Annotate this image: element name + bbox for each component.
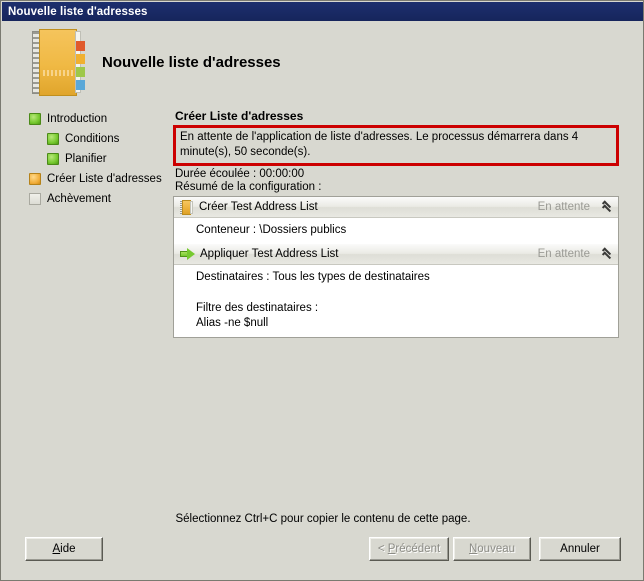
summary-section-name: Créer Test Address List (199, 201, 318, 213)
sidebar-item-2[interactable]: Conditions (29, 129, 169, 149)
prev-button: < Précédent (369, 537, 449, 561)
wait-message-highlight: En attente de l'application de liste d'a… (173, 125, 619, 166)
status-badge: En attente (537, 201, 590, 213)
button-label: Annuler (560, 543, 600, 555)
wait-message: En attente de l'application de liste d'a… (180, 131, 579, 158)
configuration-summary-panel: Créer Test Address List En attente Contene… (173, 196, 619, 338)
summary-section-body: Conteneur : \Dossiers publics (174, 218, 618, 244)
summary-detail-line: Alias -ne $null (196, 317, 269, 329)
button-label: Aide (52, 543, 76, 555)
button-label: < Précédent (377, 543, 441, 555)
page-title: Nouvelle liste d'adresses (102, 53, 281, 71)
summary-section-header[interactable]: Créer Test Address List En attente (174, 197, 618, 218)
section-title: Créer Liste d'adresses (175, 109, 304, 123)
sidebar-item-5[interactable]: Achèvement (29, 189, 169, 209)
sidebar-item-label: Planifier (65, 153, 107, 165)
summary-section-header[interactable]: Appliquer Test Address List En attente (174, 244, 618, 265)
chevron-up-double-icon[interactable] (600, 200, 614, 214)
button-bar: Aide < Précédent Nouveau Annuler (1, 537, 643, 563)
sidebar-item-1[interactable]: Introduction (29, 109, 169, 129)
step-status-active-icon (29, 173, 41, 185)
sidebar-item-4[interactable]: Créer Liste d'adresses (29, 169, 169, 189)
summary-section-name: Appliquer Test Address List (200, 248, 339, 260)
address-book-icon (180, 199, 193, 215)
summary-detail-line: Destinataires : Tous les types de destin… (196, 271, 430, 283)
copy-hint: Sélectionnez Ctrl+C pour copier le conte… (175, 513, 471, 525)
sidebar-item-label: Achèvement (47, 193, 111, 205)
window-titlebar: Nouvelle liste d'adresses (2, 2, 643, 21)
sidebar-item-label: Créer Liste d'adresses (47, 173, 162, 185)
main-content: Créer Liste d'adresses En attente de l'a… (173, 109, 623, 338)
step-status-pending-icon (29, 193, 41, 205)
wizard-window: Nouvelle liste d'adresses Nouvelle liste… (0, 0, 644, 581)
cancel-button[interactable]: Annuler (539, 537, 621, 561)
chevron-up-double-icon[interactable] (600, 247, 614, 261)
wizard-step-list: Introduction Conditions Planifier Créer Lis… (29, 109, 169, 209)
address-book-icon (32, 28, 86, 96)
summary-detail-line: Filtre des destinataires : (196, 302, 319, 314)
sidebar-item-3[interactable]: Planifier (29, 149, 169, 169)
step-status-done-icon (29, 113, 41, 125)
summary-label: Résumé de la configuration : (175, 181, 322, 193)
summary-section-body: Destinataires : Tous les types de destin… (174, 265, 618, 337)
green-arrow-icon (180, 248, 195, 260)
new-button: Nouveau (453, 537, 531, 561)
sidebar-item-label: Introduction (47, 113, 108, 125)
sidebar-item-label: Conditions (65, 133, 120, 145)
status-badge: En attente (537, 248, 590, 260)
aide-button[interactable]: Aide (25, 537, 103, 561)
elapsed-time-label: Durée écoulée : 00:00:00 (175, 168, 305, 180)
summary-detail-line: Conteneur : \Dossiers publics (196, 224, 347, 236)
step-status-done-icon (47, 133, 59, 145)
wizard-header: Nouvelle liste d'adresses (2, 21, 643, 103)
button-label: Nouveau (468, 543, 516, 555)
window-title: Nouvelle liste d'adresses (8, 5, 148, 18)
step-status-done-icon (47, 153, 59, 165)
